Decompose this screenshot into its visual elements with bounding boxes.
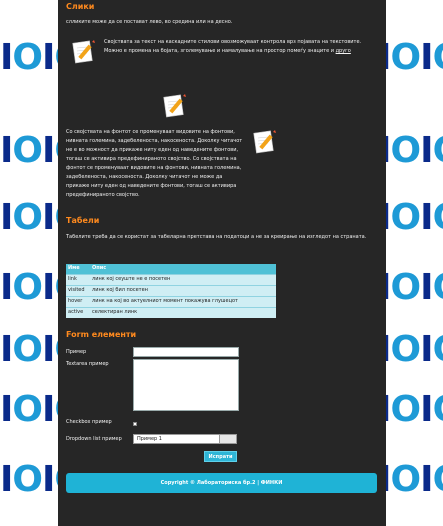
- dropdown-label: Dropdown list пример: [66, 436, 122, 442]
- dropdown-select[interactable]: Пример 1: [133, 434, 237, 444]
- dropdown-selected-value: Пример 1: [137, 436, 162, 442]
- table-cell: active: [66, 307, 90, 318]
- text-input[interactable]: [133, 347, 239, 357]
- images-intro: слликите може да се постават лево, во ср…: [66, 19, 233, 25]
- table-cell: hover: [66, 296, 90, 308]
- table-header-cell: Опис: [90, 264, 276, 275]
- table-header-cell: Име: [66, 264, 90, 275]
- pencil-paper-icon: [163, 94, 186, 118]
- textarea-label: Textarea пример: [66, 361, 109, 367]
- submit-button[interactable]: Испрати: [204, 451, 237, 462]
- checkbox-input[interactable]: [133, 422, 137, 426]
- textarea-input[interactable]: [133, 359, 239, 411]
- section-title-form: Form елементи: [66, 330, 137, 339]
- images-paragraph-1: Својствата за текст на каскадните стилов…: [104, 39, 362, 54]
- dropdown-arrow: [219, 435, 236, 443]
- tables-intro: Табелите треба да се користат за табелар…: [66, 234, 367, 240]
- css-pseudo-class-table: Име Опис link линк кој сеуште не е посет…: [66, 264, 276, 318]
- section-title-images: Слики: [66, 2, 95, 11]
- checkbox-label: Checkbox пример: [66, 419, 112, 425]
- images-paragraph-2: Со својствата на фонтот се променуваат в…: [66, 129, 243, 198]
- table-row: visited линк кој бил посетен: [66, 285, 276, 297]
- table-row: link линк кој сеуште не е посетен: [66, 274, 276, 286]
- table-row: active селектиран линк: [66, 307, 276, 318]
- table-cell: visited: [66, 285, 90, 297]
- footer: Copyright © Лабораториска бр.2 | ФИНКИ: [66, 473, 377, 493]
- pencil-paper-icon: [253, 130, 276, 154]
- table-cell: селектиран линк: [90, 307, 276, 318]
- pencil-paper-icon: [72, 40, 95, 64]
- text-input-label: Пример: [66, 349, 87, 355]
- section-title-tables: Табели: [66, 216, 100, 225]
- link-drugo[interactable]: друго: [336, 48, 351, 54]
- table-cell: линк на кој во актуелниот момент покажув…: [90, 296, 276, 308]
- table-cell: линк кој сеуште не е посетен: [90, 274, 276, 286]
- table-header-row: Име Опис: [66, 264, 276, 275]
- table-row: hover линк на кој во актуелниот момент п…: [66, 296, 276, 308]
- main-panel: Слики слликите може да се постават лево,…: [58, 0, 386, 526]
- table-cell: линк кој бил посетен: [90, 285, 276, 297]
- table-cell: link: [66, 274, 90, 286]
